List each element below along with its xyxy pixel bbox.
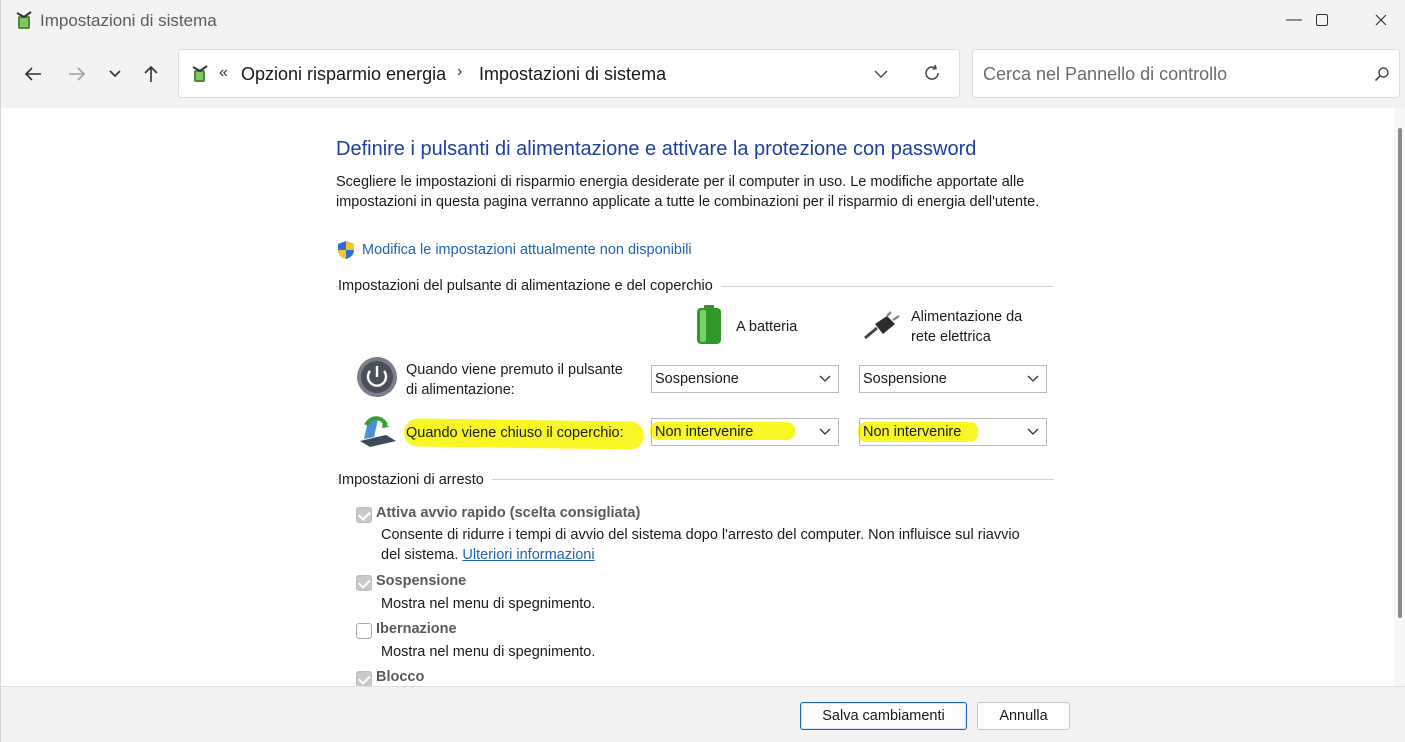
arrow-right-icon — [69, 67, 86, 81]
power-button-icon — [357, 357, 397, 397]
chevron-down-icon — [818, 372, 832, 386]
arrow-up-icon — [144, 65, 158, 82]
fast-startup-desc-line2: del sistema. — [381, 547, 459, 563]
page-title: Definire i pulsanti di alimentazione e a… — [336, 138, 977, 160]
laptop-lid-icon — [360, 416, 396, 447]
breadcrumb-overflow[interactable]: « — [219, 64, 228, 82]
up-button[interactable] — [137, 60, 165, 88]
close-button[interactable] — [1358, 0, 1404, 40]
search-input[interactable] — [983, 62, 1353, 86]
refresh-icon — [925, 64, 939, 80]
power-options-app-icon — [16, 11, 32, 29]
sleep-description: Mostra nel menu di spegnimento. — [381, 596, 596, 612]
breadcrumb-separator[interactable]: › — [457, 63, 462, 81]
power-button-plugged-select[interactable]: Sospensione — [859, 365, 1047, 393]
chevron-down-icon — [109, 70, 121, 78]
more-info-link[interactable]: Ulteriori informazioni — [462, 547, 594, 563]
hibernate-description: Mostra nel menu di spegnimento. — [381, 644, 596, 660]
change-unavailable-settings-link[interactable]: Modifica le impostazioni attualmente non… — [336, 240, 692, 260]
chevron-down-icon — [1026, 425, 1040, 439]
fast-startup-description: Consente di ridurre i tempi di avvio del… — [381, 525, 1061, 565]
select-value: Sospensione — [863, 371, 947, 387]
close-icon — [1375, 14, 1387, 26]
search-icon[interactable] — [1371, 63, 1393, 85]
save-changes-button[interactable]: Salva cambiamenti — [800, 702, 967, 730]
recent-locations-button[interactable] — [101, 60, 129, 88]
hibernate-label: Ibernazione — [376, 621, 457, 637]
sleep-checkbox[interactable] — [356, 575, 372, 591]
select-value: Non intervenire — [655, 424, 754, 440]
lid-close-row-label: Quando viene chiuso il coperchio: — [406, 425, 624, 441]
chevron-down-icon — [1026, 372, 1040, 386]
forward-button[interactable] — [63, 60, 91, 88]
cancel-button[interactable]: Annulla — [977, 702, 1070, 730]
admin-link-text[interactable]: Modifica le impostazioni attualmente non… — [362, 242, 692, 258]
lid-close-plugged-select[interactable]: Non intervenire — [859, 418, 1047, 446]
chevron-down-icon — [818, 425, 832, 439]
maximize-button[interactable] — [1299, 0, 1345, 40]
fast-startup-checkbox[interactable] — [356, 507, 372, 523]
content-area: Definire i pulsanti di alimentazione e a… — [6, 108, 1394, 686]
fast-startup-label: Attiva avvio rapido (scelta consigliata) — [376, 505, 641, 521]
breadcrumb-system-settings[interactable]: Impostazioni di sistema — [479, 64, 666, 85]
lid-close-battery-select[interactable]: Non intervenire — [651, 418, 839, 446]
address-history-button[interactable] — [869, 62, 893, 86]
lock-label: Blocco — [376, 669, 425, 685]
maximize-icon — [1316, 14, 1328, 26]
control-panel-window: Impostazioni di sistema — « Opzioni risp… — [0, 0, 1405, 742]
vertical-scrollbar[interactable] — [1394, 108, 1405, 686]
title-bar: Impostazioni di sistema — — [1, 0, 1405, 40]
sleep-label: Sospensione — [376, 573, 467, 589]
hibernate-checkbox[interactable] — [356, 623, 372, 639]
plugged-column-label-line1: Alimentazione da — [911, 309, 1023, 325]
battery-column-label: A batteria — [736, 319, 798, 335]
chevron-down-icon — [874, 70, 888, 78]
page-description: Scegliere le impostazioni di risparmio e… — [336, 174, 1040, 210]
power-buttons-group-label: Impostazioni del pulsante di alimentazio… — [338, 278, 721, 294]
search-box[interactable] — [972, 49, 1400, 98]
arrow-left-icon — [24, 67, 41, 81]
power-button-battery-select[interactable]: Sospensione — [651, 365, 839, 393]
battery-icon — [697, 305, 721, 344]
refresh-button[interactable] — [919, 60, 945, 86]
window-title: Impostazioni di sistema — [40, 11, 217, 30]
footer-bar: Salva cambiamenti Annulla — [1, 686, 1405, 742]
shutdown-group-label: Impostazioni di arresto — [338, 472, 492, 488]
power-button-row-label-line1: Quando viene premuto il pulsante — [406, 362, 623, 378]
power-button-row-label-line2: di alimentazione: — [406, 382, 515, 398]
select-value: Sospensione — [655, 371, 739, 387]
lock-checkbox[interactable] — [356, 671, 372, 686]
address-bar[interactable]: « Opzioni risparmio energia › Impostazio… — [178, 49, 960, 98]
back-button[interactable] — [19, 60, 47, 88]
power-plug-icon — [864, 311, 900, 340]
scrollbar-thumb[interactable] — [1398, 128, 1402, 618]
power-options-icon — [192, 65, 208, 82]
navigation-bar: « Opzioni risparmio energia › Impostazio… — [1, 40, 1405, 108]
plugged-column-label-line2: rete elettrica — [911, 329, 991, 345]
fast-startup-desc-line1: Consente di ridurre i tempi di avvio del… — [381, 527, 1020, 543]
select-value: Non intervenire — [863, 424, 962, 440]
uac-shield-icon — [338, 241, 354, 259]
breadcrumb-power-options[interactable]: Opzioni risparmio energia — [241, 64, 446, 85]
